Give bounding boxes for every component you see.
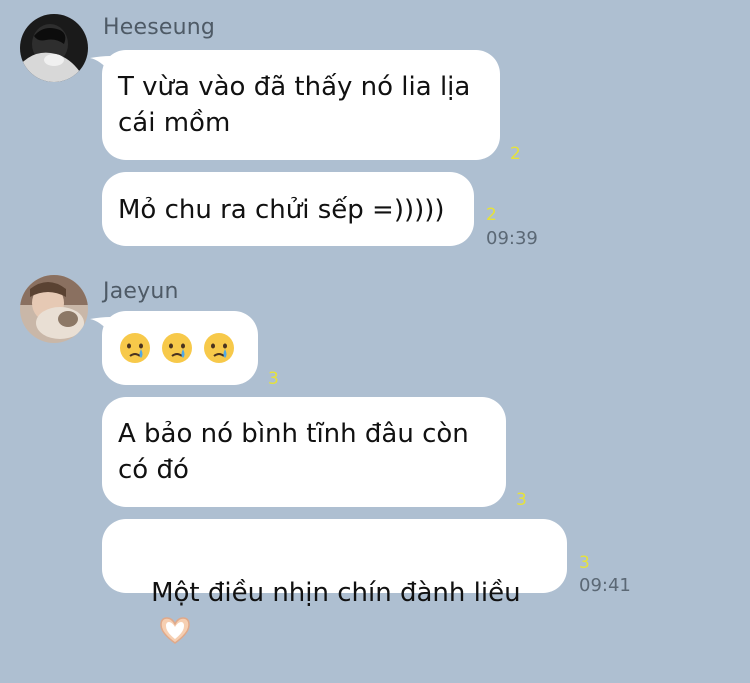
sender-name-jaeyun: Jaeyun xyxy=(103,279,179,304)
avatar-jaeyun[interactable] xyxy=(20,275,88,343)
bubble-tail xyxy=(90,56,110,72)
timestamp: 09:39 xyxy=(486,228,538,249)
message-bubble[interactable]: A bảo nó bình tĩnh đâu còn có đó xyxy=(102,397,506,507)
crying-face-emoji xyxy=(204,333,234,363)
bubble-tail xyxy=(90,317,110,333)
timestamp: 09:41 xyxy=(579,575,631,596)
message-bubble[interactable]: Mỏ chu ra chửi sếp =))))) xyxy=(102,172,474,246)
message-text: Mỏ chu ra chửi sếp =))))) xyxy=(118,195,445,225)
message-text: T vừa vào đã thấy nó lia lịa cái mồm xyxy=(118,72,471,138)
emoji-row xyxy=(118,331,244,365)
read-count: 3 xyxy=(579,553,590,573)
message-text-content: Một điều nhịn chín đành liều xyxy=(151,578,521,608)
crying-face-emoji xyxy=(120,333,150,363)
read-count: 2 xyxy=(510,144,521,164)
message-bubble[interactable]: T vừa vào đã thấy nó lia lịa cái mồm xyxy=(102,50,500,160)
crying-face-emoji xyxy=(162,333,192,363)
message-bubble[interactable] xyxy=(102,311,258,385)
message-text: Một điều nhịn chín đành liều xyxy=(118,539,521,683)
avatar-heeseung[interactable] xyxy=(20,14,88,82)
message-bubble[interactable]: Một điều nhịn chín đành liều xyxy=(102,519,567,644)
message-text: A bảo nó bình tĩnh đâu còn có đó xyxy=(118,419,469,485)
heart-hands-emoji xyxy=(160,616,190,644)
sender-name-heeseung: Heeseung xyxy=(103,15,216,40)
read-count: 2 xyxy=(486,205,497,225)
read-count: 3 xyxy=(516,490,527,510)
read-count: 3 xyxy=(268,369,279,389)
